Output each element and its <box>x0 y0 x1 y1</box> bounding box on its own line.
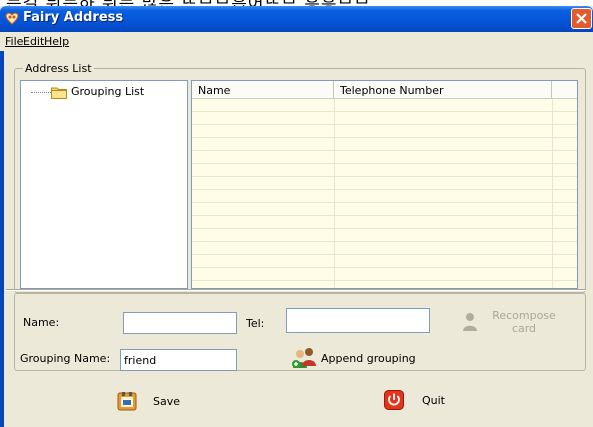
grid-row-line <box>192 176 577 177</box>
window-border <box>0 51 4 427</box>
grid-row-line <box>192 111 577 112</box>
grid-row-line <box>192 280 577 281</box>
app-window: Fairy Address File Edit Help Address Lis… <box>0 6 593 427</box>
save-icon <box>117 392 137 411</box>
grid-row-line <box>192 124 577 125</box>
address-list-label: Address List <box>23 62 94 75</box>
grid-row-line <box>192 137 577 138</box>
people-group-icon <box>292 348 316 368</box>
recompose-card-label: Recompose card <box>492 309 556 335</box>
name-input[interactable] <box>123 312 237 334</box>
tel-label: Tel: <box>246 317 265 330</box>
window-title: Fairy Address <box>23 10 124 25</box>
append-grouping-label: Append grouping <box>321 351 416 365</box>
tel-input[interactable] <box>286 308 430 333</box>
folder-icon <box>51 87 67 99</box>
quit-label: Quit <box>422 393 445 407</box>
name-label: Name: <box>23 316 60 329</box>
column-header-telephone[interactable]: Telephone Number <box>334 81 552 99</box>
tree-item-grouping-list[interactable]: Grouping List <box>71 85 144 98</box>
grid-row-line <box>192 150 577 151</box>
grid-row-line <box>192 241 577 242</box>
save-button[interactable]: Save <box>117 389 180 413</box>
column-header-name[interactable]: Name <box>192 81 334 99</box>
grid-col-line <box>552 99 553 288</box>
grid-row-line <box>192 267 577 268</box>
grid-row-line <box>192 228 577 229</box>
close-button[interactable] <box>571 8 592 29</box>
grid-row-line <box>192 189 577 190</box>
menu-bar: File Edit Help <box>0 32 593 51</box>
grid-row-line <box>192 202 577 203</box>
power-icon <box>384 390 404 410</box>
close-icon <box>576 13 587 24</box>
menu-file-label: File <box>5 35 24 48</box>
quit-button[interactable]: Quit <box>384 388 445 412</box>
grouping-name-label: Grouping Name: <box>20 352 111 365</box>
table-header: Name Telephone Number <box>192 81 577 99</box>
menu-edit[interactable]: Edit <box>23 35 44 48</box>
menu-edit-label: Edit <box>23 35 45 48</box>
menu-help[interactable]: Help <box>44 35 69 48</box>
save-label: Save <box>153 394 181 408</box>
grid-row-line <box>192 215 577 216</box>
grid-row-line <box>192 254 577 255</box>
divider <box>6 289 586 291</box>
grid-row-line <box>192 163 577 164</box>
recompose-card-button[interactable]: Recompose card <box>462 307 572 337</box>
menu-file[interactable]: File <box>5 35 23 48</box>
table-body[interactable] <box>192 99 577 288</box>
title-bar[interactable]: Fairy Address <box>0 6 593 32</box>
grouping-name-input[interactable] <box>120 349 237 371</box>
grid-col-line <box>334 99 335 288</box>
grouping-tree[interactable]: Grouping List <box>20 80 188 289</box>
append-grouping-button[interactable]: Append grouping <box>291 346 416 370</box>
person-card-icon <box>463 313 477 331</box>
menu-help-label: Help <box>44 35 70 48</box>
app-logo-icon <box>5 12 19 25</box>
address-table[interactable]: Name Telephone Number <box>191 80 578 289</box>
tree-connector <box>31 92 51 93</box>
